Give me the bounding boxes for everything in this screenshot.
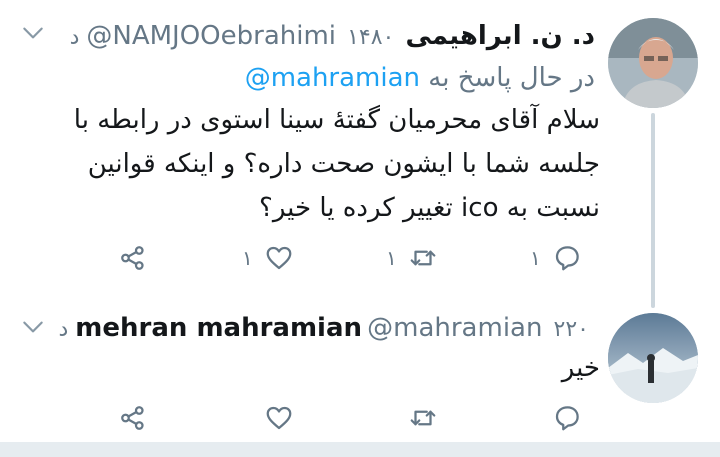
share-icon bbox=[121, 406, 144, 430]
share-icon bbox=[121, 246, 144, 270]
reply-icon bbox=[555, 246, 579, 271]
avatar-photo bbox=[608, 18, 698, 108]
heart-icon bbox=[266, 406, 292, 430]
like-button[interactable] bbox=[264, 238, 294, 278]
avatar-photo bbox=[608, 313, 698, 403]
reply-button[interactable] bbox=[552, 238, 582, 278]
like-button[interactable] bbox=[264, 398, 294, 438]
chevron-down-icon[interactable] bbox=[20, 20, 46, 46]
retweet-icon bbox=[410, 250, 436, 266]
chevron-down-icon[interactable] bbox=[20, 314, 46, 340]
user-handle[interactable]: @mahramian bbox=[367, 313, 542, 343]
retweet-icon bbox=[410, 410, 436, 426]
tweet-text: خیر bbox=[561, 353, 600, 383]
share-button[interactable] bbox=[118, 238, 148, 278]
heart-icon bbox=[266, 246, 292, 270]
reply-context: در حال پاسخ به @mahramian bbox=[80, 58, 595, 98]
tweet-text: سلام آقای محرمیان گفتهٔ سینا استوی در را… bbox=[73, 105, 600, 223]
tweet-card[interactable]: mehran mahramian @mahramian ۲۲۰ د خیر bbox=[0, 292, 720, 442]
retweet-button[interactable] bbox=[408, 238, 438, 278]
thread-connector-line bbox=[651, 113, 655, 308]
reply-mention-link[interactable]: @mahramian bbox=[245, 63, 420, 93]
tweet-card[interactable]: د. ن. ابراهیمی @NAMJOOebrahimi ۱۴۸۰ د در… bbox=[0, 0, 720, 308]
display-name[interactable]: د. ن. ابراهیمی bbox=[405, 21, 595, 51]
share-button[interactable] bbox=[118, 398, 148, 438]
avatar[interactable] bbox=[608, 18, 698, 108]
avatar[interactable] bbox=[608, 313, 698, 403]
reply-button[interactable] bbox=[552, 398, 582, 438]
like-count: ۱ bbox=[242, 246, 253, 270]
display-name[interactable]: mehran mahramian bbox=[75, 313, 362, 343]
reply-icon bbox=[555, 406, 579, 431]
reply-prefix: در حال پاسخ به bbox=[428, 63, 595, 93]
tweet-actions bbox=[0, 398, 720, 438]
tweet-header: د. ن. ابراهیمی @NAMJOOebrahimi ۱۴۸۰ د bbox=[60, 16, 595, 56]
user-handle[interactable]: @NAMJOOebrahimi bbox=[86, 21, 336, 51]
timeline-divider bbox=[0, 442, 720, 457]
tweet-header: mehran mahramian @mahramian ۲۲۰ د bbox=[58, 308, 595, 348]
reply-count: ۱ bbox=[530, 246, 541, 270]
retweet-count: ۱ bbox=[386, 246, 397, 270]
retweet-button[interactable] bbox=[408, 398, 438, 438]
tweet-actions: ۱ ۱ ۱ bbox=[0, 238, 720, 278]
